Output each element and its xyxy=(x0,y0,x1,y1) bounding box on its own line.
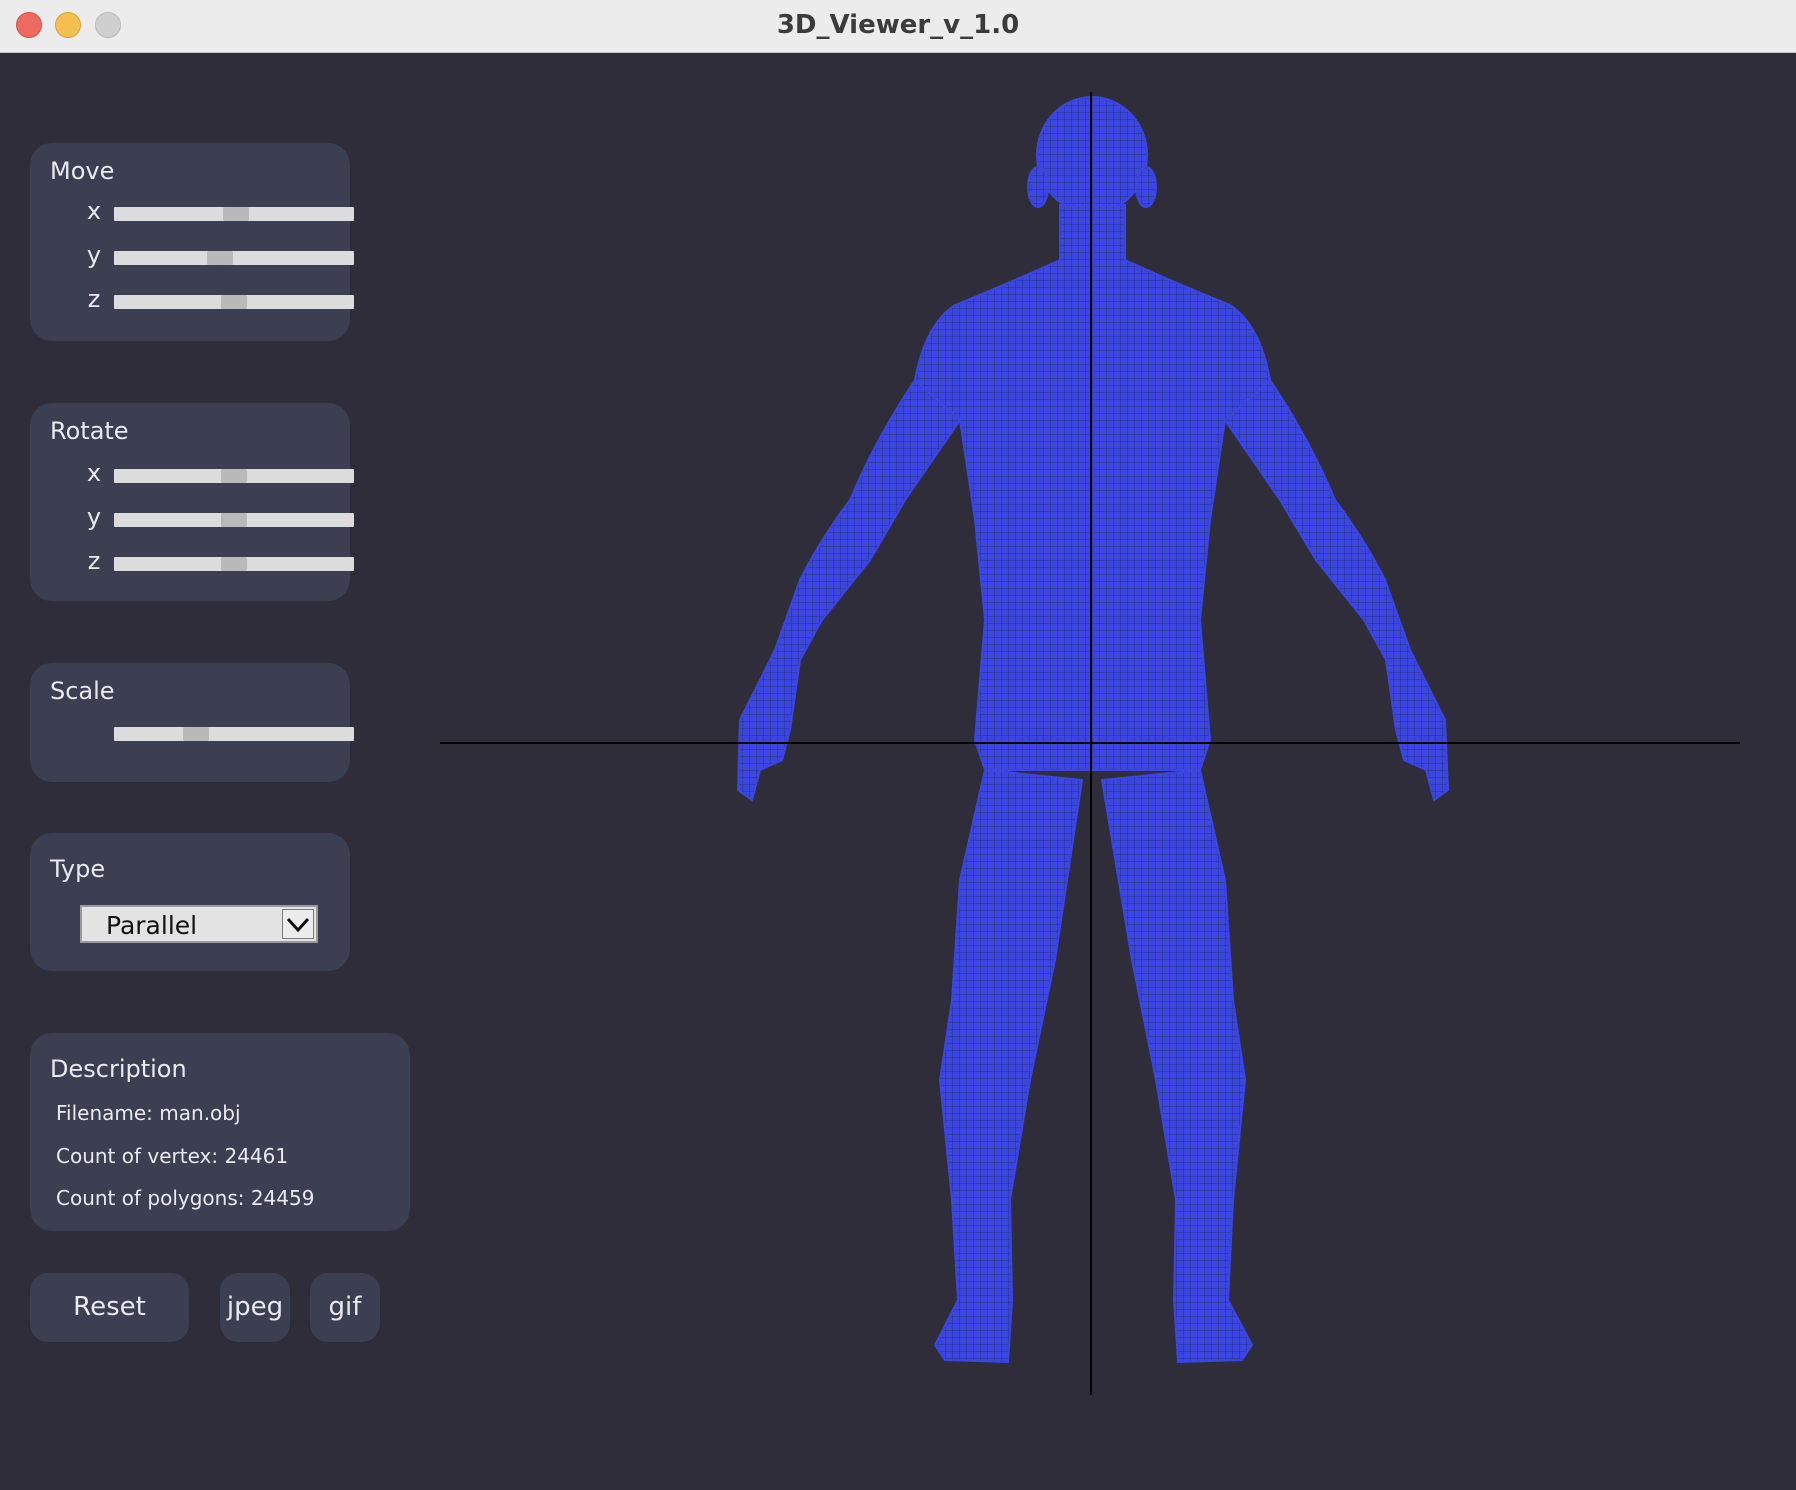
move-z-slider-thumb[interactable] xyxy=(221,295,247,309)
jpeg-button[interactable]: jpeg xyxy=(220,1273,290,1342)
model-ear-left xyxy=(1027,166,1049,208)
model-viewport[interactable] xyxy=(440,90,1740,1400)
scale-panel: Scale xyxy=(30,663,354,782)
model-leg-left xyxy=(933,768,1084,1364)
rotate-y-slider[interactable] xyxy=(114,513,354,527)
scale-panel-title: Scale xyxy=(50,677,115,705)
wireframe-model xyxy=(736,96,1450,1364)
rotate-panel-title: Rotate xyxy=(50,417,129,445)
move-y-label: y xyxy=(86,241,102,269)
model-arm-left xyxy=(736,378,962,802)
type-panel: Type Parallel xyxy=(30,833,350,971)
window-title: 3D_Viewer_v_1.0 xyxy=(776,10,1020,40)
move-z-slider[interactable] xyxy=(114,295,354,309)
title-bar: 3D_Viewer_v_1.0 xyxy=(0,0,1796,53)
move-panel-title: Move xyxy=(50,157,115,185)
move-x-slider[interactable] xyxy=(114,207,354,221)
polygon-count-text: Count of polygons: 24459 xyxy=(56,1186,315,1210)
move-panel: Move x y z xyxy=(30,143,354,341)
rotate-z-slider[interactable] xyxy=(114,557,354,571)
rotate-z-row: z xyxy=(54,547,354,577)
reset-button[interactable]: Reset xyxy=(30,1273,189,1342)
rotate-x-slider-thumb[interactable] xyxy=(221,469,247,483)
rotate-z-slider-thumb[interactable] xyxy=(221,557,247,571)
rotate-x-row: x xyxy=(54,459,354,489)
projection-type-select[interactable]: Parallel xyxy=(80,905,318,943)
model-torso xyxy=(903,204,1282,771)
move-z-label: z xyxy=(87,285,101,313)
model-arm-right xyxy=(1223,378,1450,802)
gif-button[interactable]: gif xyxy=(310,1273,380,1342)
rotate-x-slider[interactable] xyxy=(114,469,354,483)
move-x-slider-thumb[interactable] xyxy=(223,207,250,221)
rotate-y-row: y xyxy=(54,503,354,533)
rotate-y-slider-thumb[interactable] xyxy=(221,513,247,527)
rotate-z-label: z xyxy=(87,547,101,575)
move-x-row: x xyxy=(54,197,354,227)
scale-row xyxy=(54,717,354,747)
chevron-down-icon[interactable] xyxy=(282,909,314,939)
model-ear-right xyxy=(1135,166,1157,208)
rotate-x-label: x xyxy=(86,459,102,487)
description-panel-title: Description xyxy=(50,1055,187,1083)
vertex-count-text: Count of vertex: 24461 xyxy=(56,1144,289,1168)
move-z-row: z xyxy=(54,285,354,315)
rotate-panel: Rotate x y z xyxy=(30,403,354,601)
app-window: 3D_Viewer_v_1.0 Move x y z Rotate x y z xyxy=(0,0,1796,1490)
scale-slider[interactable] xyxy=(114,727,354,741)
move-y-row: y xyxy=(54,241,354,271)
model-leg-right xyxy=(1100,768,1254,1364)
rotate-y-label: y xyxy=(86,503,102,531)
type-panel-title: Type xyxy=(50,855,106,883)
filename-text: Filename: man.obj xyxy=(56,1101,241,1125)
projection-type-value: Parallel xyxy=(106,911,198,940)
description-panel: Description Filename: man.obj Count of v… xyxy=(30,1033,410,1231)
move-y-slider[interactable] xyxy=(114,251,354,265)
scale-slider-thumb[interactable] xyxy=(182,727,209,741)
move-y-slider-thumb[interactable] xyxy=(206,251,233,265)
move-x-label: x xyxy=(86,197,102,225)
